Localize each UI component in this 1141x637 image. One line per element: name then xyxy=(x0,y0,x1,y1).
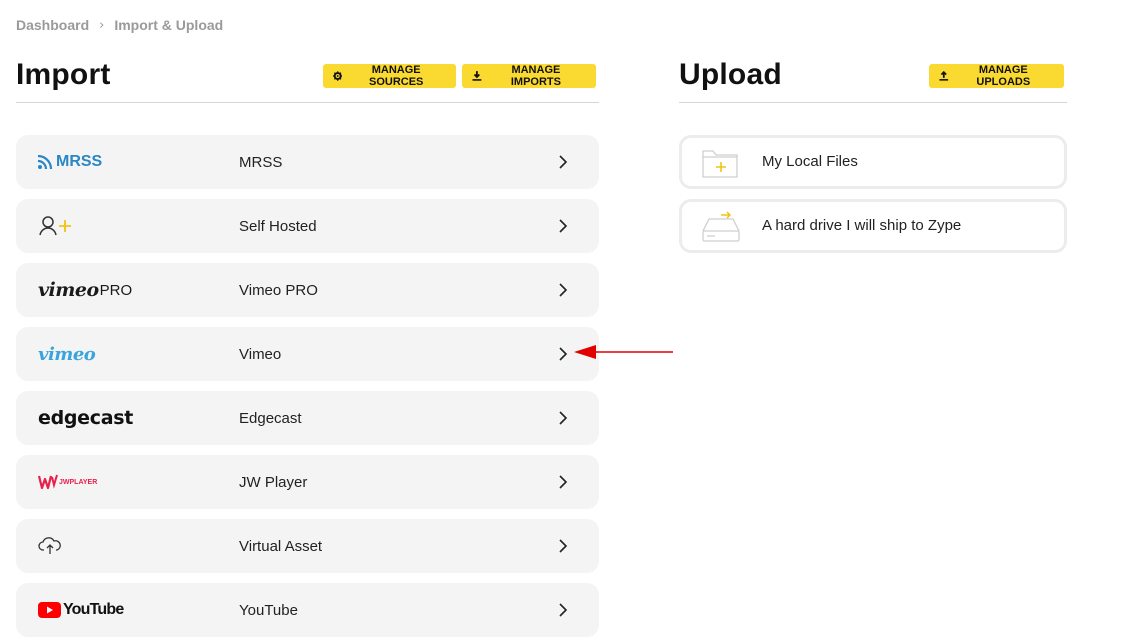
youtube-logo: YouTube xyxy=(38,583,124,637)
upload-option-label: My Local Files xyxy=(762,153,858,170)
chevron-right-icon xyxy=(559,539,568,553)
chevron-right-icon xyxy=(559,475,568,489)
upload-option-local-files[interactable]: My Local Files xyxy=(679,135,1067,189)
youtube-play-icon xyxy=(38,602,61,618)
annotation-arrow-icon xyxy=(574,345,673,359)
chevron-right-icon xyxy=(559,155,568,169)
source-label: Virtual Asset xyxy=(239,537,323,555)
manage-imports-label: MANAGE IMPORTS xyxy=(510,64,561,88)
manage-sources-button[interactable]: MANAGE SOURCES xyxy=(323,64,456,88)
manage-imports-button[interactable]: MANAGE IMPORTS xyxy=(462,64,596,88)
manage-uploads-button[interactable]: MANAGE UPLOADS xyxy=(929,64,1064,88)
chevron-right-icon[interactable] xyxy=(556,346,570,362)
source-row-vimeo[interactable]: vimeo Vimeo xyxy=(16,327,599,381)
rss-icon xyxy=(38,155,53,169)
hard-drive-icon xyxy=(702,211,740,242)
upload-icon xyxy=(939,71,949,81)
source-label: Self Hosted xyxy=(239,217,317,235)
virtual-asset-logo xyxy=(38,519,62,573)
upload-title: Upload xyxy=(679,58,782,91)
import-title: Import xyxy=(16,58,111,91)
cloud-upload-icon xyxy=(38,537,61,554)
jwplayer-logo: JWPLAYER xyxy=(38,455,97,509)
manage-uploads-label: MANAGE UPLOADS xyxy=(976,64,1031,88)
source-row-self-hosted[interactable]: Self Hosted xyxy=(16,199,599,253)
breadcrumb: Dashboard › Import & Upload xyxy=(16,17,223,33)
source-row-vimeo-pro[interactable]: vimeo PRO Vimeo PRO xyxy=(16,263,599,317)
source-label: Edgecast xyxy=(239,409,302,427)
edgecast-logo: edgecast xyxy=(38,407,134,429)
source-label: MRSS xyxy=(239,153,283,171)
mrss-logo: MRSS xyxy=(38,135,102,189)
source-label: Vimeo xyxy=(239,345,282,363)
chevron-right-icon xyxy=(559,283,568,297)
breadcrumb-current: Import & Upload xyxy=(114,17,224,33)
chevron-right-icon xyxy=(559,603,568,617)
chevron-right-icon xyxy=(559,219,568,233)
source-label: YouTube xyxy=(239,601,298,619)
user-add-icon xyxy=(39,216,71,236)
import-divider xyxy=(16,102,599,103)
gear-icon xyxy=(333,71,343,81)
source-row-mrss[interactable]: MRSS MRSS xyxy=(16,135,599,189)
vimeo-logo: vimeo xyxy=(38,343,96,365)
self-hosted-logo xyxy=(38,199,74,253)
source-row-youtube[interactable]: YouTube YouTube xyxy=(16,583,599,637)
source-row-virtual-asset[interactable]: Virtual Asset xyxy=(16,519,599,573)
jwplayer-mark-icon xyxy=(38,474,58,490)
source-label: Vimeo PRO xyxy=(239,281,318,299)
source-row-edgecast[interactable]: edgecast Edgecast xyxy=(16,391,599,445)
breadcrumb-dashboard[interactable]: Dashboard xyxy=(16,17,89,33)
source-label: JW Player xyxy=(239,473,308,491)
download-icon xyxy=(472,71,482,81)
upload-divider xyxy=(679,102,1067,103)
upload-option-label: A hard drive I will ship to Zype xyxy=(762,217,962,234)
manage-sources-label: MANAGE SOURCES xyxy=(368,64,424,88)
chevron-right-icon xyxy=(559,411,568,425)
source-row-jw-player[interactable]: JWPLAYER JW Player xyxy=(16,455,599,509)
vimeo-pro-logo: vimeo PRO xyxy=(38,279,133,301)
breadcrumb-separator-icon: › xyxy=(99,17,105,33)
upload-option-hard-drive[interactable]: A hard drive I will ship to Zype xyxy=(679,199,1067,253)
folder-add-icon xyxy=(702,150,738,178)
